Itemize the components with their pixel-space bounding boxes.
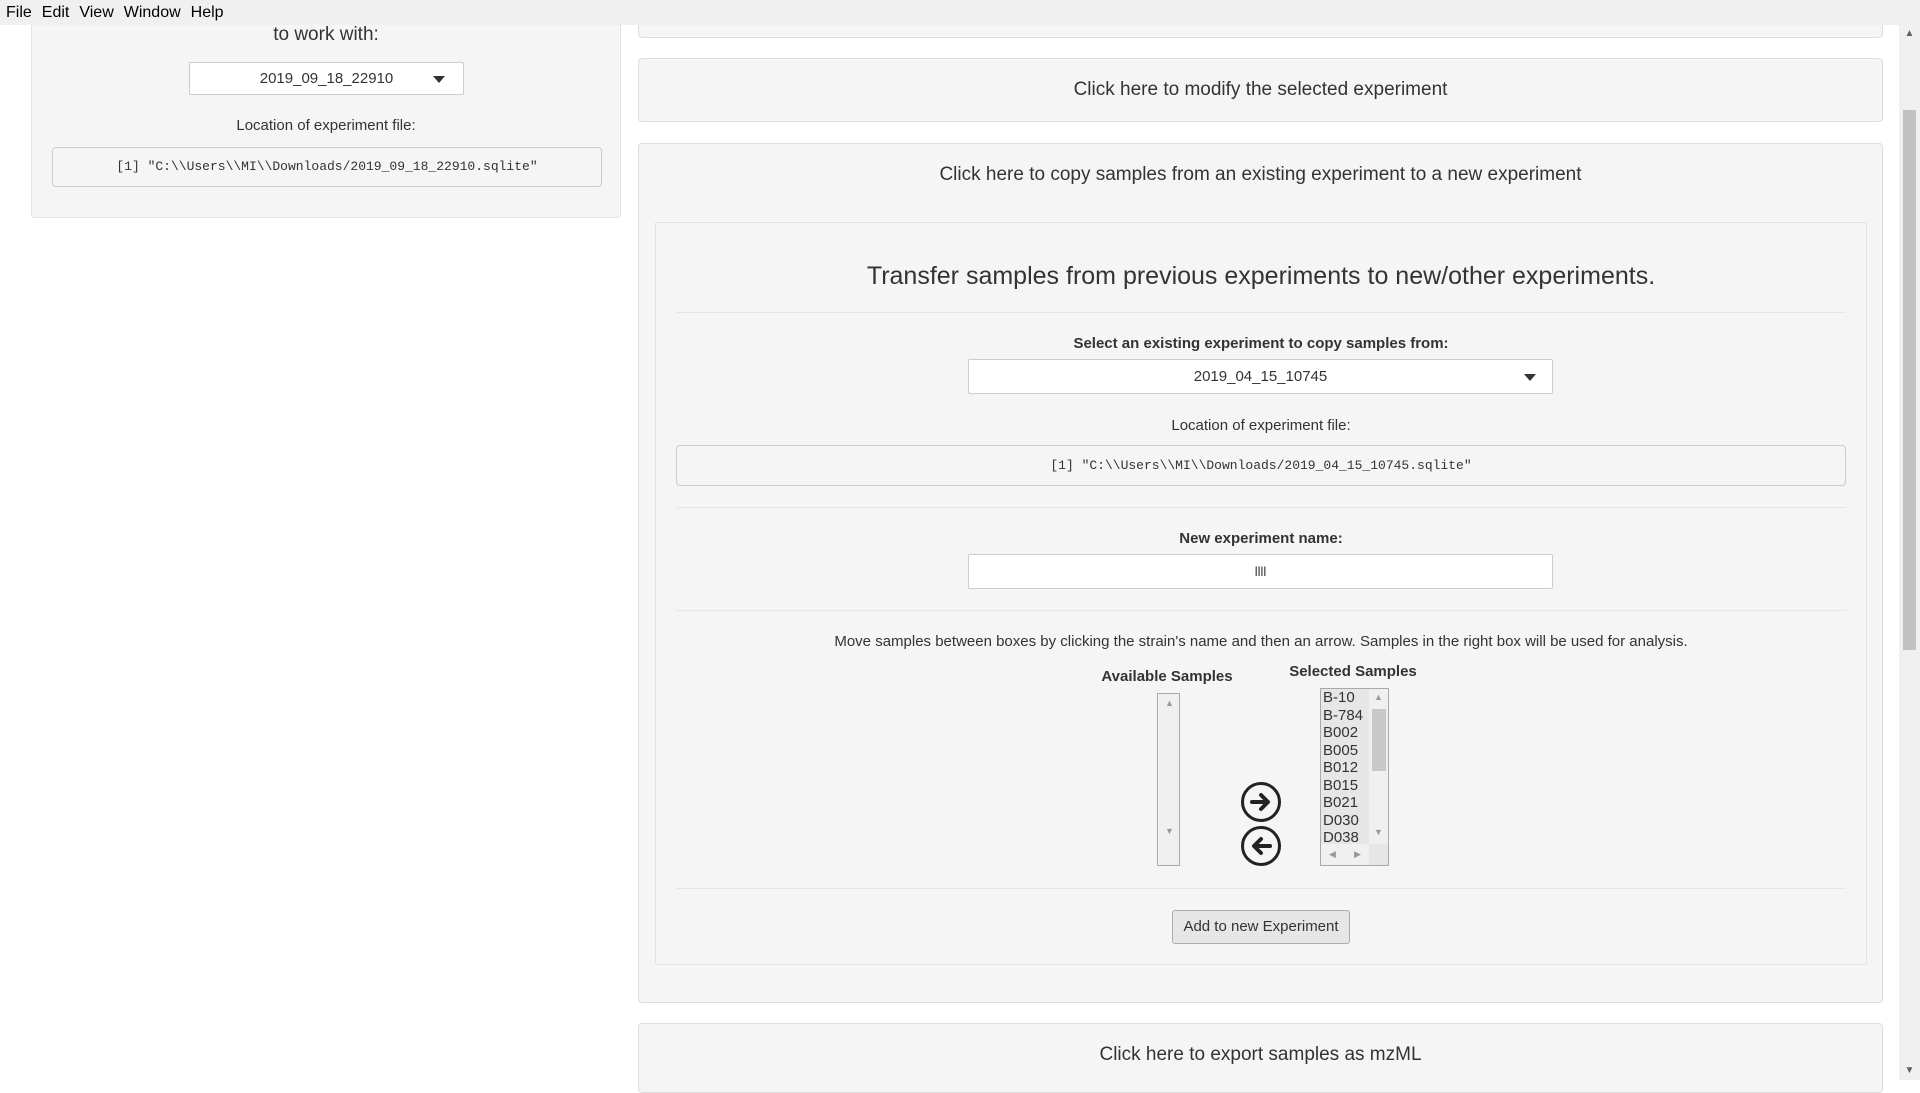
source-location-label: Location of experiment file: [1171,417,1351,434]
source-select-label: Select an existing experiment to copy sa… [1073,335,1449,352]
move-left-button[interactable] [1241,826,1281,866]
move-instructions: Move samples between boxes by clicking t… [834,633,1688,650]
list-item[interactable]: B015 [1321,777,1369,795]
divider [676,888,1846,889]
selected-samples-label: Selected Samples [1289,663,1417,680]
list-item[interactable]: B002 [1321,724,1369,742]
menu-bar: File Edit View Window Help [0,0,1920,25]
copy-samples-bar[interactable]: Click here to copy samples from an exist… [638,143,1883,207]
new-name-label: New experiment name: [1179,530,1343,547]
list-item[interactable]: B-784 [1321,707,1369,725]
new-experiment-name-value: llll [1254,564,1267,579]
list-item[interactable]: B-10 [1321,689,1369,707]
menu-edit[interactable]: Edit [42,4,70,22]
modify-experiment-label: Click here to modify the selected experi… [1073,79,1448,100]
selected-samples-list[interactable]: B-10 B-784 B002 B005 B012 B015 B021 D030 D038 ▲ … [1320,688,1389,866]
available-scrollbar[interactable]: ▲ ▼ [1160,694,1179,865]
new-experiment-name-input[interactable]: llll [968,554,1553,589]
scroll-up-icon[interactable]: ▲ [1160,698,1179,708]
available-samples-list[interactable]: ▲ ▼ [1157,693,1180,866]
divider [676,507,1846,508]
location-label: Location of experiment file: [236,117,416,134]
add-button-label: Add to new Experiment [1183,918,1339,935]
modify-experiment-bar[interactable]: Click here to modify the selected experi… [638,58,1883,122]
page-scrollbar[interactable]: ▲ ▼ [1899,25,1920,1080]
location-value: [1] "C:\\Users\\MI\\Downloads/2019_09_18… [116,159,538,174]
list-item[interactable]: B012 [1321,759,1369,777]
list-item[interactable]: D030 [1321,812,1369,830]
transfer-title: Transfer samples from previous experimen… [866,262,1656,290]
caret-down-icon [433,75,445,83]
top-collapse-bar[interactable] [638,25,1883,38]
list-item[interactable]: D038 [1321,829,1369,844]
horizontal-scrollbar[interactable]: ◀ ▶ [1321,844,1369,865]
divider [676,610,1846,611]
experiment-dropdown[interactable]: 2019_09_18_22910 [189,62,464,95]
source-experiment-value: 2019_04_15_10745 [1193,368,1328,385]
menu-window[interactable]: Window [124,4,181,22]
copy-samples-label: Click here to copy samples from an exist… [939,164,1582,185]
divider [676,312,1846,313]
source-location-output: [1] "C:\\Users\\MI\\Downloads/2019_04_15… [676,445,1846,486]
move-right-button[interactable] [1241,782,1281,822]
selected-scrollbar[interactable]: ▲ ▼ [1369,689,1388,844]
location-output: [1] "C:\\Users\\MI\\Downloads/2019_09_18… [52,147,602,187]
scroll-down-icon[interactable]: ▼ [1899,1062,1920,1080]
panel-heading-fragment: to work with: [273,24,379,45]
scroll-down-icon[interactable]: ▼ [1369,827,1388,837]
export-mzml-bar[interactable]: Click here to export samples as mzML [638,1023,1883,1093]
add-to-new-experiment-button[interactable]: Add to new Experiment [1172,910,1350,944]
scroll-right-icon[interactable]: ▶ [1354,849,1361,860]
scroll-left-icon[interactable]: ◀ [1329,849,1336,860]
menu-view[interactable]: View [79,4,113,22]
export-mzml-label: Click here to export samples as mzML [1099,1044,1422,1065]
available-samples-label: Available Samples [1101,668,1233,685]
arrow-circle-left-icon [1252,837,1272,855]
scroll-up-icon[interactable]: ▲ [1899,25,1920,43]
selected-samples-items: B-10 B-784 B002 B005 B012 B015 B021 D030 D038 [1321,689,1369,844]
scroll-thumb[interactable] [1372,709,1386,771]
scroll-up-icon[interactable]: ▲ [1369,692,1388,702]
menu-help[interactable]: Help [191,4,224,22]
list-item[interactable]: B021 [1321,794,1369,812]
source-experiment-dropdown[interactable]: 2019_04_15_10745 [968,359,1553,394]
menu-file[interactable]: File [6,4,32,22]
experiment-dropdown-value: 2019_09_18_22910 [259,70,394,87]
caret-down-icon [1524,373,1536,381]
scroll-down-icon[interactable]: ▼ [1160,826,1179,836]
arrow-circle-right-icon [1250,793,1270,811]
page-scroll-thumb[interactable] [1903,110,1916,650]
list-item[interactable]: B005 [1321,742,1369,760]
source-location-value: [1] "C:\\Users\\MI\\Downloads/2019_04_15… [1050,458,1472,473]
